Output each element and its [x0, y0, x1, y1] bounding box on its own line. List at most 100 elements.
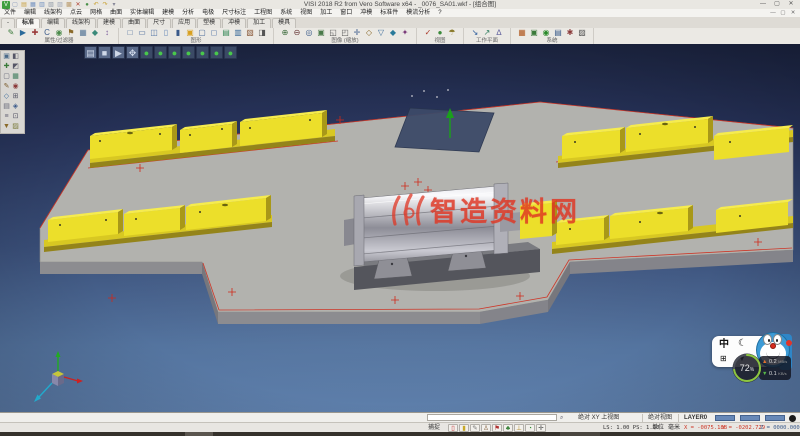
3d-viewport[interactable]: ▤■▶✥●●●●●●● ▣✚▢✎◇▤≡▼ ◧◩▦◉⊞◈⊡▨ 智造资料网 中 — [0, 44, 800, 412]
element-filter-icon[interactable]: ◆ — [90, 28, 100, 38]
shaded-icon[interactable]: ▭ — [137, 28, 147, 38]
flag-icon[interactable]: ⚑ — [492, 424, 502, 432]
star-icon[interactable]: ✱ — [565, 28, 575, 38]
view-play-icon[interactable]: ▶ — [112, 46, 125, 59]
zoom-window-icon[interactable]: ◎ — [304, 28, 314, 38]
layer-swatch-1[interactable] — [715, 415, 735, 421]
gem-icon[interactable]: ◈ — [11, 102, 20, 112]
down-icon[interactable]: ▼ — [2, 122, 11, 132]
ribbon-tab[interactable]: 建模 — [97, 18, 121, 28]
globe-icon[interactable]: ◉ — [541, 28, 551, 38]
layers-icon[interactable]: ▤ — [2, 102, 11, 112]
workplane-set-icon[interactable]: ↘ — [470, 28, 480, 38]
menu-item[interactable]: 文件 — [0, 9, 20, 17]
section-icon[interactable]: ▥ — [233, 28, 243, 38]
ribbon-tab[interactable]: 曲面 — [122, 18, 146, 28]
view-solid-icon[interactable]: ■ — [98, 46, 111, 59]
refresh-view-icon[interactable]: ✦ — [400, 28, 410, 38]
diamond-icon[interactable]: ◇ — [2, 92, 11, 102]
render-view-icon[interactable]: ● — [435, 28, 445, 38]
system-monitor-widget[interactable]: ▲ 0.2 MB/s ▼ 0.1 KB/s 72% — [731, 352, 791, 386]
wireframe-icon[interactable]: □ — [125, 28, 135, 38]
soft-keyboard-icon[interactable]: ⊞ — [720, 354, 727, 364]
menu-item[interactable]: 分析 — [178, 9, 198, 17]
view-move-icon[interactable]: ✥ — [126, 46, 139, 59]
menu-item[interactable]: 工程图 — [250, 9, 276, 17]
menu-item[interactable]: 加工 — [316, 9, 336, 17]
pencil-icon[interactable]: ✎ — [470, 424, 480, 432]
menu-item[interactable]: 视图 — [296, 9, 316, 17]
shade-mode-icon[interactable]: ☂ — [447, 28, 457, 38]
undo-icon[interactable]: ↶ — [92, 1, 100, 9]
taskbar-item[interactable] — [560, 432, 600, 436]
menu-item[interactable]: 网格 — [86, 9, 106, 17]
ribbon-tab[interactable]: 尺寸 — [147, 18, 171, 28]
texture-icon[interactable]: ▤ — [221, 28, 231, 38]
ribbon-tab[interactable]: 应用 — [172, 18, 196, 28]
menu-item[interactable]: 窗口 — [336, 9, 356, 17]
tree-icon[interactable]: ♣ — [503, 424, 513, 432]
settings-icon[interactable]: ▣ — [529, 28, 539, 38]
minimize-button[interactable]: — — [756, 0, 770, 9]
mdi-restore-button[interactable]: ▢ — [778, 9, 788, 17]
menu-item[interactable]: 冲模 — [356, 9, 376, 17]
color-indicator-dot[interactable] — [789, 415, 796, 422]
perspective-icon[interactable]: ▧ — [245, 28, 255, 38]
crosshair-icon[interactable]: ✛ — [536, 424, 546, 432]
sketch-plane[interactable] — [395, 89, 494, 152]
split-view-icon[interactable]: ◨ — [257, 28, 267, 38]
menu-item[interactable]: 编辑 — [20, 9, 40, 17]
menu-item[interactable]: 曲面 — [106, 9, 126, 17]
menu-item[interactable]: 标准件 — [376, 9, 402, 17]
view-down-icon[interactable]: ▽ — [376, 28, 386, 38]
menu-item[interactable]: 模流分析 — [402, 9, 434, 17]
layer-filter-icon[interactable]: ◉ — [54, 28, 64, 38]
grid-filter-icon[interactable]: ▦ — [78, 28, 88, 38]
half-box-icon[interactable]: ◧ — [11, 52, 20, 62]
list-icon[interactable]: ▤ — [553, 28, 563, 38]
layer-swatch-3[interactable] — [765, 415, 785, 421]
open-file-icon[interactable]: ▤ — [20, 1, 28, 9]
plus-box-icon[interactable]: ⊞ — [11, 92, 20, 102]
menu-item[interactable]: 电极 — [198, 9, 218, 17]
sketch-icon[interactable]: ✎ — [2, 82, 11, 92]
pan-icon[interactable]: ✛ — [352, 28, 362, 38]
view-orient-6-icon[interactable]: ● — [210, 46, 223, 59]
add-entity-icon[interactable]: ✚ — [2, 62, 11, 72]
close-button[interactable]: ✕ — [784, 0, 798, 9]
add-filter-icon[interactable]: ✚ — [30, 28, 40, 38]
zoom-in-icon[interactable]: ⊕ — [280, 28, 290, 38]
delete-icon[interactable]: ✕ — [74, 1, 82, 9]
zoom-next-icon[interactable]: ◰ — [340, 28, 350, 38]
edit-attributes-icon[interactable]: ✎ — [6, 28, 16, 38]
view-orient-3-icon[interactable]: ● — [168, 46, 181, 59]
mesh-icon[interactable]: ▦ — [11, 72, 20, 82]
flag-filter-icon[interactable]: ⚑ — [66, 28, 76, 38]
outline-icon[interactable]: ◻ — [209, 28, 219, 38]
redo-icon[interactable]: ↷ — [101, 1, 109, 9]
visi-logo-icon[interactable]: V — [2, 1, 10, 9]
workplane-align-icon[interactable]: ↗ — [482, 28, 492, 38]
corner-box-icon[interactable]: ◩ — [11, 62, 20, 72]
ribbon-tab[interactable]: 线架构 — [66, 18, 96, 28]
view-orient-4-icon[interactable]: ● — [182, 46, 195, 59]
view-orient-2-icon[interactable]: ● — [154, 46, 167, 59]
grid-icon[interactable]: ▨ — [577, 28, 587, 38]
qa-dropdown-icon[interactable]: ▾ — [110, 1, 118, 9]
palette-icon[interactable]: ▦ — [517, 28, 527, 38]
user-icon[interactable]: ♙ — [481, 424, 491, 432]
menu-item[interactable]: 实体编辑 — [126, 9, 158, 17]
paste-icon[interactable]: ▩ — [65, 1, 73, 9]
color-filter-icon[interactable]: C — [42, 28, 52, 38]
swap-filter-icon[interactable]: ↕ — [102, 28, 112, 38]
ribbon-tab[interactable]: 冲模 — [222, 18, 246, 28]
menu-item[interactable]: 点云 — [66, 9, 86, 17]
ribbon-tab[interactable]: 模具 — [272, 18, 296, 28]
view-orient-5-icon[interactable]: ● — [196, 46, 209, 59]
save-all-icon[interactable]: ▥ — [38, 1, 46, 9]
highlight-icon[interactable]: ▣ — [185, 28, 195, 38]
box-view-icon[interactable]: ▢ — [197, 28, 207, 38]
night-mode-icon[interactable]: ☾ — [738, 339, 747, 349]
mdi-close-button[interactable]: ✕ — [788, 9, 798, 17]
command-input[interactable] — [427, 414, 557, 421]
